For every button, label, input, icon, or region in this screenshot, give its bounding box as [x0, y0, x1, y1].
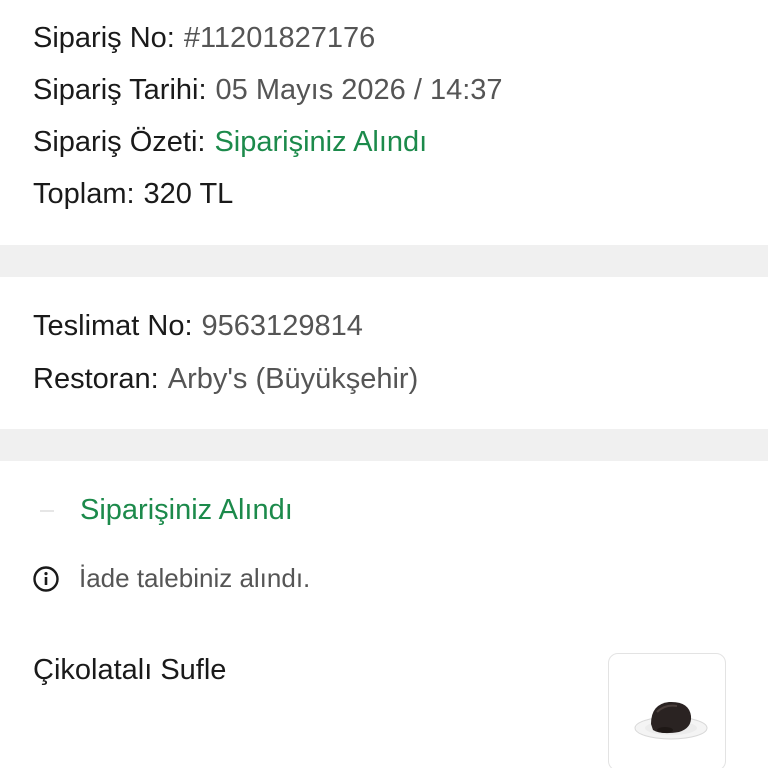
section-divider — [0, 245, 768, 277]
order-date-label: Sipariş Tarihi: — [33, 74, 207, 106]
order-date-value: 05 Mayıs 2026 / 14:37 — [215, 74, 503, 106]
restaurant-row: Restoran: Arby's (Büyükşehir) — [33, 362, 768, 396]
order-status-title: Siparişiniz Alındı — [80, 494, 293, 526]
refund-info-row: İade talebiniz alındı. — [33, 563, 310, 594]
order-info-section: Sipariş No: #11201827176 Sipariş Tarihi:… — [0, 0, 768, 245]
delivery-info-section: Teslimat No: 9563129814 Restoran: Arby's… — [0, 277, 768, 429]
order-number-value: #11201827176 — [183, 22, 376, 54]
order-number-label: Sipariş No: — [33, 22, 175, 54]
order-status-section: Siparişiniz Alındı İade talebiniz alındı… — [0, 461, 768, 768]
product-image[interactable] — [608, 653, 726, 768]
restaurant-label: Restoran: — [33, 363, 159, 395]
delivery-number-value: 9563129814 — [201, 310, 363, 342]
restaurant-value: Arby's (Büyükşehir) — [167, 363, 419, 395]
order-summary-row: Sipariş Özeti: Siparişiniz Alındı — [33, 125, 768, 159]
order-total-label: Toplam: — [33, 178, 135, 210]
order-summary-status: Siparişiniz Alındı — [214, 126, 428, 158]
order-date-row: Sipariş Tarihi: 05 Mayıs 2026 / 14:37 — [33, 73, 768, 107]
delivery-number-row: Teslimat No: 9563129814 — [33, 309, 768, 343]
product-name: Çikolatalı Sufle — [33, 654, 227, 686]
refund-info-text: İade talebiniz alındı. — [79, 563, 311, 593]
delivery-number-label: Teslimat No: — [33, 310, 193, 342]
status-step-dash — [40, 510, 54, 512]
order-total-row: Toplam: 320 TL — [33, 177, 768, 211]
order-summary-label: Sipariş Özeti: — [33, 126, 206, 158]
order-total-value: 320 TL — [143, 178, 234, 210]
souffle-dessert-image — [634, 701, 708, 740]
info-circle-icon — [33, 565, 59, 592]
order-number-row: Sipariş No: #11201827176 — [33, 21, 768, 55]
section-divider — [0, 429, 768, 461]
